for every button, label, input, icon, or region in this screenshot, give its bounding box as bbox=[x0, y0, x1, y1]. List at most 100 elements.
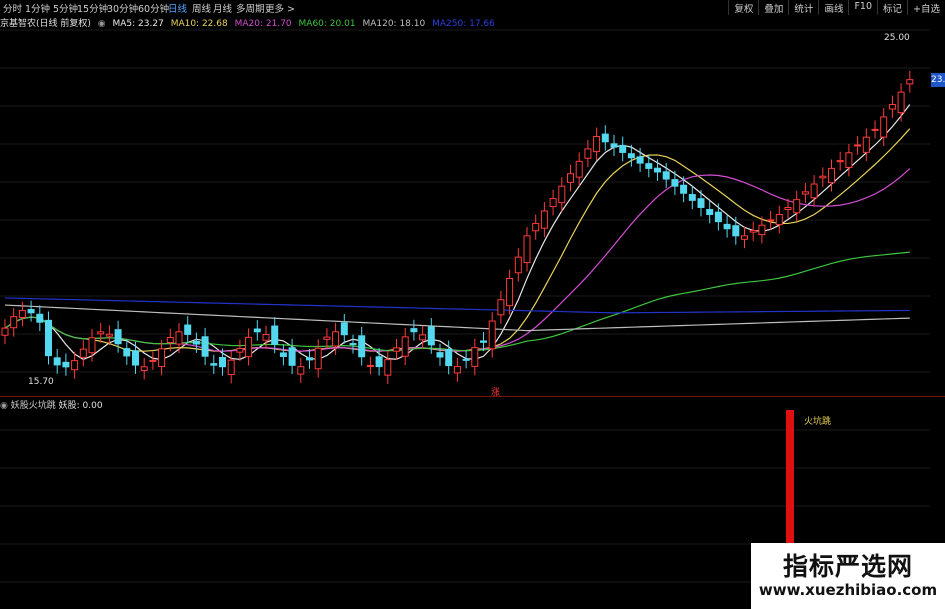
candle-body bbox=[366, 364, 374, 367]
candle-body bbox=[627, 153, 635, 159]
candle-body bbox=[132, 350, 139, 366]
candle-body bbox=[279, 352, 287, 357]
candle-body bbox=[210, 363, 218, 366]
candle-body bbox=[45, 319, 52, 357]
candle-body bbox=[97, 331, 105, 335]
candle-body bbox=[175, 331, 183, 345]
candle-body bbox=[245, 336, 253, 358]
candle-body bbox=[610, 143, 618, 148]
candle-body bbox=[123, 348, 131, 357]
candle-body bbox=[384, 359, 392, 376]
candle-body bbox=[140, 366, 148, 372]
candle-body bbox=[497, 299, 505, 316]
candle-body bbox=[645, 163, 653, 169]
candle-body bbox=[445, 348, 453, 367]
kline-chart[interactable]: 25.00 15.70 涨 火坑跳 bbox=[0, 0, 945, 609]
candle-body bbox=[880, 116, 888, 138]
candle-body bbox=[654, 167, 661, 173]
candle-body bbox=[36, 313, 44, 323]
candle-body bbox=[575, 160, 583, 178]
panel-divider bbox=[0, 396, 945, 397]
candle-body bbox=[732, 225, 740, 237]
candle-body bbox=[593, 135, 601, 153]
candle-body bbox=[453, 366, 461, 374]
candle-body bbox=[401, 336, 409, 357]
candle-body bbox=[410, 328, 418, 333]
candle-body bbox=[741, 235, 748, 240]
candle-body bbox=[340, 322, 348, 336]
candle-body bbox=[540, 210, 548, 229]
candle-body bbox=[236, 348, 244, 353]
candle-body bbox=[888, 104, 896, 110]
candle-body bbox=[523, 235, 531, 263]
candle-body bbox=[862, 136, 870, 153]
candle-body bbox=[775, 214, 783, 226]
candle-body bbox=[897, 91, 905, 114]
candle-body bbox=[836, 160, 844, 163]
candle-body bbox=[1, 327, 9, 336]
ma20-line bbox=[4, 168, 911, 352]
candle-body bbox=[271, 325, 279, 345]
candle-body bbox=[71, 360, 79, 371]
candle-body bbox=[810, 183, 818, 199]
candle-body bbox=[488, 320, 496, 350]
candle-body bbox=[506, 277, 514, 307]
candle-body bbox=[558, 185, 566, 204]
candle-body bbox=[358, 335, 366, 358]
candle-body bbox=[262, 334, 270, 341]
candle-body bbox=[88, 337, 96, 354]
current-price-tag: 23.4 bbox=[931, 73, 945, 87]
candle-body bbox=[819, 175, 827, 179]
candle-body bbox=[567, 173, 574, 183]
candle-body bbox=[871, 128, 879, 131]
watermark-url: www.xuezhibiao.com bbox=[758, 581, 938, 599]
candle-body bbox=[114, 329, 122, 345]
candle-body bbox=[53, 357, 61, 366]
candle-body bbox=[288, 347, 296, 366]
candle-body bbox=[393, 347, 400, 352]
watermark-title: 指标严选网 bbox=[782, 552, 913, 581]
candle-body bbox=[349, 343, 357, 346]
candle-body bbox=[166, 337, 174, 344]
indicator-value: 妖股: 0.00 bbox=[58, 401, 103, 411]
candle-body bbox=[227, 359, 235, 376]
candle-body bbox=[845, 152, 853, 169]
candle-body bbox=[619, 144, 627, 153]
candle-body bbox=[671, 179, 679, 187]
candle-body bbox=[697, 198, 705, 208]
ma5-line bbox=[4, 104, 911, 361]
low-price-label: 15.70 bbox=[28, 377, 54, 387]
candle-body bbox=[662, 171, 670, 180]
candle-body bbox=[532, 222, 540, 232]
candle-body bbox=[471, 347, 479, 367]
candle-body bbox=[584, 148, 592, 159]
candle-body bbox=[549, 198, 557, 208]
candle-body bbox=[749, 230, 757, 233]
signal-bar bbox=[786, 410, 794, 543]
candle-body bbox=[332, 331, 340, 347]
watermark: 指标严选网 www.xuezhibiao.com bbox=[751, 543, 945, 609]
candle-body bbox=[723, 223, 731, 230]
candle-body bbox=[514, 256, 522, 274]
candle-body bbox=[906, 79, 914, 85]
candle-body bbox=[767, 219, 775, 222]
candle-body bbox=[158, 348, 166, 367]
candle-body bbox=[480, 340, 487, 343]
candle-body bbox=[462, 358, 470, 361]
indicator-settings-icon[interactable]: ◉ bbox=[0, 401, 8, 411]
candle-body bbox=[714, 211, 722, 223]
candle-body bbox=[105, 333, 113, 337]
candle-body bbox=[306, 357, 313, 361]
signal-bar-label: 火坑跳 bbox=[804, 415, 831, 427]
candle-body bbox=[784, 206, 792, 211]
candle-body bbox=[62, 361, 70, 368]
candle-body bbox=[323, 336, 331, 340]
candle-body bbox=[436, 352, 444, 358]
high-price-label: 25.00 bbox=[884, 33, 910, 43]
candle-body bbox=[680, 184, 688, 194]
candle-body bbox=[27, 309, 35, 314]
ma250-line bbox=[4, 297, 910, 314]
candle-body bbox=[375, 356, 383, 368]
candle-body bbox=[149, 359, 157, 362]
candle-body bbox=[297, 366, 305, 375]
